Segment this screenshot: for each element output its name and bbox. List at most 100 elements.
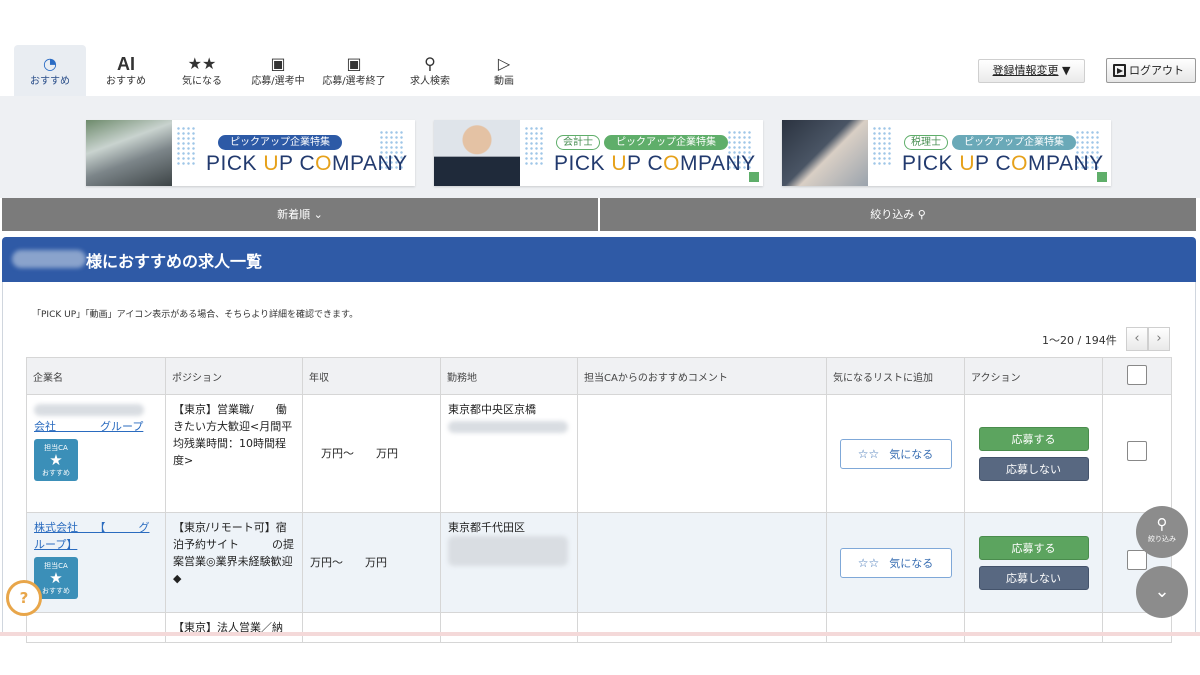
redacted-username	[12, 250, 86, 268]
sort-filter-bar: 新着順 ⌄ 絞り込み ⚲	[2, 198, 1196, 231]
tab-label: 求人検索	[410, 76, 450, 87]
banner-title: PICK UP COMPANY	[554, 152, 756, 175]
box-icon: ▣	[346, 54, 362, 73]
pickup-banner-2[interactable]: 会計士 ピックアップ企業特集 PICK UP COMPANY	[434, 120, 763, 186]
pickup-banner-area: ピックアップ企業特集 PICK UP COMPANY 会計士 ピックアップ企業特集…	[0, 96, 1200, 198]
apply-button[interactable]: 応募する	[978, 535, 1089, 560]
banner-arrow-icon	[749, 172, 759, 182]
top-nav: ◔ おすすめ AI おすすめ ★★ 気になる ▣ 応募/選考中 ▣ 応募/選考終…	[0, 40, 1200, 97]
star-icon: ★	[49, 569, 63, 587]
recommend-list-header: 様におすすめの求人一覧	[2, 237, 1196, 282]
tab-applied-in-progress[interactable]: ▣ 応募/選考中	[242, 45, 314, 97]
company-cell: 株式会社 【 グループ】 担当CA ★ おすすめ	[26, 512, 166, 613]
tab-applied-ended[interactable]: ▣ 応募/選考終了	[318, 45, 390, 97]
floating-filter-button[interactable]: ⚲ 絞り込み	[1136, 506, 1188, 558]
company-link[interactable]: 株式会社 【 グループ】	[34, 521, 150, 551]
info-note: 「PICK UP」「動画」アイコン表示がある場合、そちらより詳細を確認できます。	[32, 310, 359, 320]
row-checkbox[interactable]	[1127, 441, 1147, 461]
decline-button[interactable]: 応募しない	[978, 565, 1089, 590]
logout-button[interactable]: ログアウト	[1106, 58, 1196, 83]
tab-ai-recommend[interactable]: AI おすすめ	[90, 45, 162, 97]
search-icon: ⚲	[917, 208, 926, 221]
tab-favorites[interactable]: ★★ 気になる	[166, 45, 238, 97]
help-button[interactable]: ?	[6, 580, 42, 616]
apply-button[interactable]: 応募する	[978, 426, 1089, 451]
favorite-cell: ☆☆ 気になる	[826, 394, 965, 513]
search-icon: ⚲	[424, 54, 436, 73]
banner-tags: 会計士 ピックアップ企業特集	[556, 135, 728, 151]
question-icon: ?	[19, 589, 29, 607]
pickup-banner-1[interactable]: ピックアップ企業特集 PICK UP COMPANY	[86, 120, 415, 186]
logout-icon	[1113, 64, 1126, 77]
column-header: アクション	[964, 357, 1103, 395]
tab-job-search[interactable]: ⚲ 求人検索	[394, 45, 466, 97]
column-header: 企業名	[26, 357, 166, 395]
register-change-label: 登録情報変更	[992, 64, 1059, 77]
company-cell: 会社 グループ 担当CA ★ おすすめ	[26, 394, 166, 513]
comment-cell	[577, 512, 827, 613]
banner-tag: 税理士	[904, 135, 948, 150]
page-bottom-strip	[0, 632, 1200, 636]
table-row: 会社 グループ 担当CA ★ おすすめ 【東京】営業職/ 働きたい方大歓迎<月間平均…	[26, 394, 1172, 513]
row-checkbox[interactable]	[1127, 550, 1147, 570]
company-cell	[26, 612, 166, 643]
favorite-cell: ☆☆ 気になる	[826, 512, 965, 613]
star-icon: ★	[49, 451, 63, 469]
video-icon: ▷	[497, 54, 511, 73]
tab-label: 応募/選考中	[251, 76, 305, 87]
stars-icon: ★★	[187, 54, 217, 73]
banner-tag: ピックアップ企業特集	[604, 135, 728, 150]
tab-video[interactable]: ▷ 動画	[468, 45, 540, 97]
location-text: 東京都中央区京橋	[448, 403, 536, 416]
next-page-button[interactable]: ›	[1148, 327, 1170, 351]
salary-cell: 万円〜 万円	[302, 394, 441, 513]
redacted-text	[448, 421, 568, 433]
company-link[interactable]: 会社 グループ	[34, 420, 143, 433]
comment-cell	[577, 394, 827, 513]
pickup-banner-3[interactable]: 税理士 ピックアップ企業特集 PICK UP COMPANY	[782, 120, 1111, 186]
scroll-down-button[interactable]: ⌄	[1136, 566, 1188, 618]
dot-pattern	[872, 126, 892, 166]
comment-cell	[577, 612, 827, 643]
action-cell	[964, 612, 1103, 643]
salary-cell	[302, 612, 441, 643]
salary-cell: 万円〜 万円	[302, 512, 441, 613]
favorite-button[interactable]: ☆☆ 気になる	[839, 547, 952, 578]
decline-button[interactable]: 応募しない	[978, 456, 1089, 481]
tab-label: 応募/選考終了	[322, 76, 386, 87]
favorite-button[interactable]: ☆☆ 気になる	[839, 438, 952, 469]
ca-recommend-badge: 担当CA ★ おすすめ	[34, 439, 78, 481]
select-all-cell	[1102, 357, 1172, 395]
favorite-label: 気になる	[889, 447, 934, 461]
job-table: 企業名 ポジション 年収 勤務地 担当CAからのおすすめコメント 気になるリスト…	[26, 357, 1172, 643]
businessman-photo	[434, 120, 520, 186]
table-row: 【東京】法人営業／納	[26, 612, 1172, 643]
tab-label: おすすめ	[106, 76, 146, 87]
banner-arrow-icon	[1097, 172, 1107, 182]
search-icon: ⚲	[1156, 515, 1168, 533]
column-header: ポジション	[165, 357, 303, 395]
column-header: 勤務地	[440, 357, 578, 395]
stars-icon: ☆☆	[857, 555, 880, 570]
dot-pattern	[524, 126, 544, 166]
select-all-checkbox[interactable]	[1127, 364, 1147, 385]
sort-newest-button[interactable]: 新着順 ⌄	[2, 198, 598, 231]
column-header: 年収	[302, 357, 441, 395]
sort-label: 新着順	[277, 208, 311, 221]
floating-filter-label: 絞り込み	[1148, 535, 1176, 543]
tab-label: 気になる	[182, 76, 222, 87]
app-screen: ◔ おすすめ AI おすすめ ★★ 気になる ▣ 応募/選考中 ▣ 応募/選考終…	[0, 0, 1200, 675]
table-header-row: 企業名 ポジション 年収 勤務地 担当CAからのおすすめコメント 気になるリスト…	[26, 357, 1172, 395]
box-icon: ▣	[270, 54, 286, 73]
prev-page-button[interactable]: ‹	[1126, 327, 1148, 351]
location-text: 東京都千代田区	[448, 521, 525, 534]
tab-recommend[interactable]: ◔ おすすめ	[14, 45, 86, 97]
banner-title: PICK UP COMPANY	[902, 152, 1104, 175]
dropdown-arrow-icon: ▼	[1062, 64, 1071, 77]
tab-label: 動画	[494, 76, 514, 87]
filter-button[interactable]: 絞り込み ⚲	[600, 198, 1196, 231]
page-title: 様におすすめの求人一覧	[86, 252, 263, 271]
redacted-text	[34, 404, 144, 416]
register-change-button[interactable]: 登録情報変更 ▼	[978, 59, 1085, 83]
ai-icon: AI	[117, 54, 135, 74]
